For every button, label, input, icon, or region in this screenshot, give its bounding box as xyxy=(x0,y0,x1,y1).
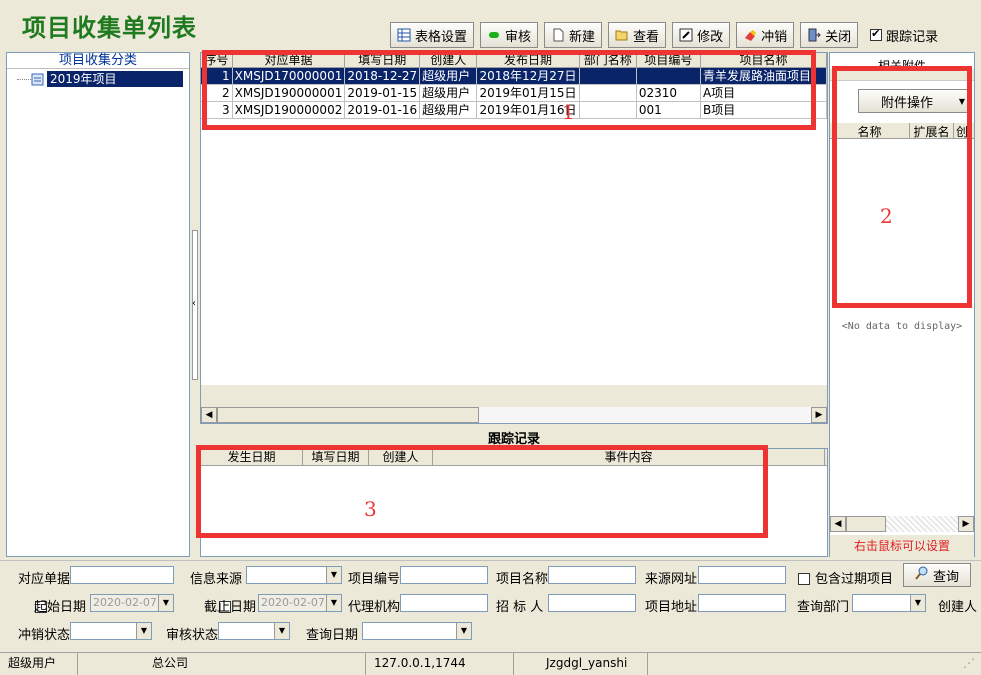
green-dot-icon xyxy=(487,28,501,42)
empty-text: <No data to display> xyxy=(841,321,963,332)
search-icon xyxy=(915,566,929,584)
eraser-icon xyxy=(743,28,757,42)
end-date-input[interactable]: 2020-02-07 ▼ xyxy=(258,594,342,612)
audit-button[interactable]: 审核 xyxy=(480,22,539,48)
writeoff-status-select[interactable]: ▼ xyxy=(70,622,152,640)
edit-button[interactable]: 修改 xyxy=(672,22,731,48)
chevron-down-icon[interactable]: ▼ xyxy=(136,623,151,639)
close-label: 关闭 xyxy=(825,29,852,45)
grid-gray-area xyxy=(201,385,827,407)
chevron-down-icon[interactable]: ▼ xyxy=(910,595,925,611)
new-label: 新建 xyxy=(569,29,596,45)
code-input[interactable] xyxy=(400,566,488,584)
address-input[interactable] xyxy=(698,594,786,612)
chevron-down-icon[interactable]: ▼ xyxy=(456,623,471,639)
expired-checkbox[interactable] xyxy=(798,572,810,585)
end-date-label: 截止日期 xyxy=(204,600,257,615)
start-date-input[interactable]: 2020-02-07 ▼ xyxy=(90,594,174,612)
annotation-box-3 xyxy=(196,445,768,538)
bidder-label: 招 标 人 xyxy=(496,600,544,615)
scroll-left-arrow[interactable]: ◀ xyxy=(201,407,217,423)
writeoff-label: 冲销 xyxy=(761,29,788,45)
att-scroll-left[interactable]: ◀ xyxy=(830,516,846,532)
source-select[interactable]: ▼ xyxy=(246,566,342,584)
start-date-value: 2020-02-07 xyxy=(93,596,157,609)
annotation-label-3: 3 xyxy=(364,497,377,521)
url-input[interactable] xyxy=(698,566,786,584)
agent-input[interactable] xyxy=(400,594,488,612)
status-bar: 超级用户 总公司 127.0.0.1,1744 Jzgdgl_yanshi ⋰ xyxy=(0,652,981,675)
tree-item-2019[interactable]: 2019年项目 xyxy=(47,71,183,87)
agent-label: 代理机构 xyxy=(348,600,401,615)
grid-settings-icon xyxy=(397,28,411,42)
chevron-down-icon[interactable]: ▼ xyxy=(158,595,173,611)
annotation-label-1: 1 xyxy=(562,100,575,124)
annotation-label-2: 2 xyxy=(880,204,893,228)
writeoff-button[interactable]: 冲销 xyxy=(736,22,795,48)
expired-label: 包含过期项目 xyxy=(815,572,894,587)
status-ip: 127.0.0.1,1744 xyxy=(366,653,514,675)
chevron-down-icon[interactable]: ▼ xyxy=(326,567,341,583)
status-user: 超级用户 xyxy=(0,653,78,675)
bidder-input[interactable] xyxy=(548,594,636,612)
folder-doc-icon xyxy=(31,72,45,89)
new-document-icon xyxy=(551,28,565,42)
doc-input[interactable] xyxy=(70,566,174,584)
view-button[interactable]: 查看 xyxy=(608,22,667,48)
attachment-hscrollbar[interactable]: ◀ ▶ xyxy=(830,516,974,532)
context-hint: 右击鼠标可以设置 xyxy=(830,535,974,557)
name-label: 项目名称 xyxy=(496,572,549,587)
category-header: 项目收集分类 xyxy=(7,53,189,69)
trace-checkbox-label: 跟踪记录 xyxy=(886,29,939,45)
folder-open-icon xyxy=(615,28,629,42)
grid-hscrollbar[interactable]: ◀ ▶ xyxy=(201,407,827,423)
edit-icon xyxy=(679,28,693,42)
trace-toggle[interactable]: 跟踪记录 xyxy=(870,22,938,48)
category-panel: 项目收集分类 2019年项目 xyxy=(6,52,190,557)
scroll-thumb[interactable] xyxy=(217,407,479,423)
annotation-box-2 xyxy=(832,66,972,308)
table-settings-button[interactable]: 表格设置 xyxy=(390,22,475,48)
resize-grip-icon[interactable]: ⋰ xyxy=(648,653,981,675)
address-label: 项目地址 xyxy=(645,600,698,615)
name-input[interactable] xyxy=(548,566,636,584)
att-scroll-thumb[interactable] xyxy=(846,516,886,532)
query-date-label: 查询日期 xyxy=(306,628,359,643)
source-label: 信息来源 xyxy=(190,572,243,587)
end-date-value: 2020-02-07 xyxy=(261,596,325,609)
status-db: Jzgdgl_yanshi xyxy=(514,653,648,675)
audit-status-label: 审核状态 xyxy=(166,628,219,643)
audit-label: 审核 xyxy=(505,29,532,45)
dept-label: 查询部门 xyxy=(797,600,850,615)
annotation-box-1 xyxy=(202,50,816,130)
att-scroll-right[interactable]: ▶ xyxy=(958,516,974,532)
close-button[interactable]: 关闭 xyxy=(800,22,859,48)
code-label: 项目编号 xyxy=(348,572,401,587)
view-label: 查看 xyxy=(633,29,660,45)
edit-label: 修改 xyxy=(697,29,724,45)
doc-label: 对应单据 xyxy=(18,572,71,587)
query-label: 查询 xyxy=(932,569,959,585)
url-label: 来源网址 xyxy=(645,572,698,587)
collapse-arrow-icon[interactable]: ‹ xyxy=(192,298,196,309)
exit-icon xyxy=(807,28,821,42)
chevron-down-icon[interactable]: ▼ xyxy=(326,595,341,611)
toolbar: 表格设置 审核 新建 查看 修改 冲销 关闭 跟踪记录 xyxy=(390,22,938,48)
scroll-right-arrow[interactable]: ▶ xyxy=(811,407,827,423)
page-title: 项目收集单列表 xyxy=(22,13,197,42)
status-company: 总公司 xyxy=(78,653,366,675)
query-button[interactable]: 查询 xyxy=(903,563,971,587)
trace-checkbox[interactable] xyxy=(870,27,883,41)
audit-status-select[interactable]: ▼ xyxy=(218,622,290,640)
creator-label: 创建人 xyxy=(938,600,978,615)
table-settings-label: 表格设置 xyxy=(415,29,468,45)
new-button[interactable]: 新建 xyxy=(544,22,603,48)
chevron-down-icon[interactable]: ▼ xyxy=(274,623,289,639)
start-date-label: 起始日期 xyxy=(34,600,87,615)
query-date-select[interactable]: ▼ xyxy=(362,622,472,640)
writeoff-status-label: 冲销状态 xyxy=(18,628,71,643)
dept-select[interactable]: ▼ xyxy=(852,594,926,612)
